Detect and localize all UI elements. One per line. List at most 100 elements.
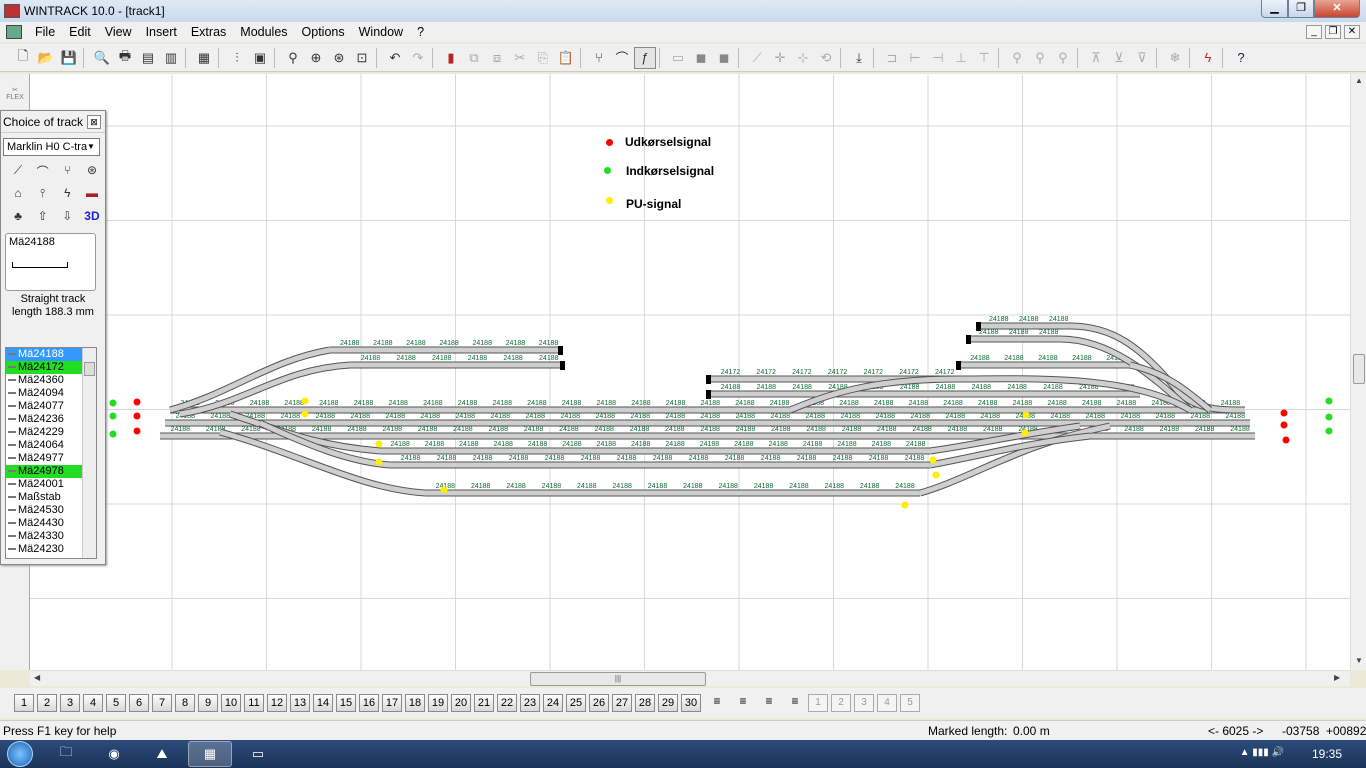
group-button-4[interactable]: 4	[877, 694, 897, 712]
zoom-fit-icon[interactable]: ⊛	[328, 47, 350, 69]
scroll-down-arrow[interactable]: ▼	[1351, 656, 1366, 665]
menu-view[interactable]: View	[98, 25, 139, 39]
system-tray-icons[interactable]: ▲ ▮▮▮ 🔊	[1240, 747, 1284, 758]
page-tab-14[interactable]: 14	[313, 694, 333, 712]
photo-task-icon[interactable]: ⛰	[140, 741, 184, 767]
menu-insert[interactable]: Insert	[139, 25, 184, 39]
rotate-180-icon[interactable]: ⟲	[815, 47, 837, 69]
chrome-task-icon[interactable]: ◉	[92, 741, 136, 767]
print-setup-icon[interactable]: ▤	[137, 47, 159, 69]
image-icon[interactable]: ▣	[249, 47, 271, 69]
page-tab-7[interactable]: 7	[152, 694, 172, 712]
height-up-icon[interactable]: ⊻	[1108, 47, 1130, 69]
layer-hidden-icon[interactable]: ≡	[759, 694, 779, 712]
page-tab-17[interactable]: 17	[382, 694, 402, 712]
page-tab-27[interactable]: 27	[612, 694, 632, 712]
menu-window[interactable]: Window	[352, 25, 410, 39]
track-extend-icon[interactable]: ⊤	[973, 47, 995, 69]
tree-icon[interactable]: ♣	[9, 209, 27, 227]
doc-minimize-button[interactable]: _	[1306, 25, 1322, 39]
layer-color-icon[interactable]: ≡	[707, 694, 727, 712]
page-tab-20[interactable]: 20	[451, 694, 471, 712]
copy-icon[interactable]: ⎘	[532, 47, 554, 69]
page-tab-6[interactable]: 6	[129, 694, 149, 712]
page-tab-26[interactable]: 26	[589, 694, 609, 712]
menu-extras[interactable]: Extras	[184, 25, 233, 39]
menu-file[interactable]: File	[28, 25, 62, 39]
search-icon[interactable]: ⚲	[1029, 47, 1051, 69]
track-list[interactable]: Mä24188 Mä24172 Mä24360 Mä24094 Mä24077 …	[5, 347, 97, 559]
track-join-icon[interactable]: ⊣	[927, 47, 949, 69]
page-tab-10[interactable]: 10	[221, 694, 241, 712]
ramp-up-icon[interactable]: ⇧	[34, 209, 52, 227]
start-button[interactable]	[0, 740, 40, 768]
page-tab-25[interactable]: 25	[566, 694, 586, 712]
minimize-button[interactable]: ▁	[1261, 0, 1288, 18]
page-tab-23[interactable]: 23	[520, 694, 540, 712]
electric-icon[interactable]: ϟ	[1197, 47, 1219, 69]
page-tab-30[interactable]: 30	[681, 694, 701, 712]
group-button-3[interactable]: 3	[854, 694, 874, 712]
close-button[interactable]: ✕	[1314, 0, 1360, 18]
track-split-icon[interactable]: ⊢	[904, 47, 926, 69]
ungroup-icon[interactable]: ◼	[713, 47, 735, 69]
document-icon[interactable]	[6, 25, 22, 39]
power-icon[interactable]: ϟ	[58, 186, 76, 204]
page-tab-11[interactable]: 11	[244, 694, 264, 712]
page-tab-3[interactable]: 3	[60, 694, 80, 712]
snowflake-icon[interactable]: ❄	[1164, 47, 1186, 69]
new-file-icon[interactable]: 🗋	[12, 47, 34, 69]
menu-help[interactable]: ?	[410, 25, 431, 39]
page-tab-13[interactable]: 13	[290, 694, 310, 712]
curve-icon[interactable]: ⌒	[611, 47, 633, 69]
print-preview-icon[interactable]: 🔍	[91, 47, 113, 69]
train-icon[interactable]: ▬	[83, 186, 101, 204]
height-adjust-icon[interactable]: ⊽	[1131, 47, 1153, 69]
zoom-in-icon[interactable]: ⊕	[305, 47, 327, 69]
group-button-1[interactable]: 1	[808, 694, 828, 712]
wintrack-task-icon[interactable]: ▦	[188, 741, 232, 767]
book-icon[interactable]: ▮	[440, 47, 462, 69]
turnout-icon[interactable]: ⑂	[58, 163, 76, 181]
straight-track-icon[interactable]: ⟋	[9, 163, 27, 181]
horizontal-scroll-thumb[interactable]: |||	[530, 672, 706, 686]
cut-icon[interactable]: ✂	[509, 47, 531, 69]
page-tab-5[interactable]: 5	[106, 694, 126, 712]
track-end-icon[interactable]: ⊐	[881, 47, 903, 69]
align-icon[interactable]: ▭	[667, 47, 689, 69]
print-icon[interactable]: 🖶	[114, 47, 136, 69]
page-tab-22[interactable]: 22	[497, 694, 517, 712]
rotate-icon[interactable]: ✛	[769, 47, 791, 69]
horizontal-scrollbar[interactable]: ◀ ||| ▶	[30, 670, 1350, 686]
page-tab-18[interactable]: 18	[405, 694, 425, 712]
context-help-icon[interactable]: ?	[1230, 47, 1252, 69]
open-folder-icon[interactable]: 📂	[35, 47, 57, 69]
page-tab-9[interactable]: 9	[198, 694, 218, 712]
zoom-icon[interactable]: ⚲	[282, 47, 304, 69]
save-icon[interactable]: 💾	[58, 47, 80, 69]
scroll-right-arrow[interactable]: ▶	[1334, 673, 1340, 682]
copy-format-icon[interactable]: ⧉	[463, 47, 485, 69]
group-icon[interactable]: ◼	[690, 47, 712, 69]
settings-sliders-icon[interactable]: ⫶	[226, 47, 248, 69]
page-tab-8[interactable]: 8	[175, 694, 195, 712]
paste-icon[interactable]: 📋	[555, 47, 577, 69]
zoom-all-icon[interactable]: ⊡	[351, 47, 373, 69]
connect-icon[interactable]: ⟋	[746, 47, 768, 69]
page-tab-1[interactable]: 1	[14, 694, 34, 712]
page-tab-15[interactable]: 15	[336, 694, 356, 712]
page-tab-21[interactable]: 21	[474, 694, 494, 712]
insert-point-icon[interactable]: ⤓	[848, 47, 870, 69]
flex-track-icon[interactable]: ƒ	[634, 46, 656, 69]
list-scrollbar[interactable]	[82, 348, 96, 558]
switch-icon[interactable]: ⑂	[588, 47, 610, 69]
page-tab-19[interactable]: 19	[428, 694, 448, 712]
page-tab-2[interactable]: 2	[37, 694, 57, 712]
paste-format-icon[interactable]: ⧈	[486, 47, 508, 69]
scroll-up-arrow[interactable]: ▲	[1351, 76, 1366, 85]
page-tab-12[interactable]: 12	[267, 694, 287, 712]
menu-modules[interactable]: Modules	[233, 25, 294, 39]
manufacturer-select[interactable]: Marklin H0 C-tra ▼	[3, 138, 100, 156]
scroll-left-arrow[interactable]: ◀	[34, 673, 40, 682]
panel-close-button[interactable]: ⊠	[87, 115, 101, 129]
